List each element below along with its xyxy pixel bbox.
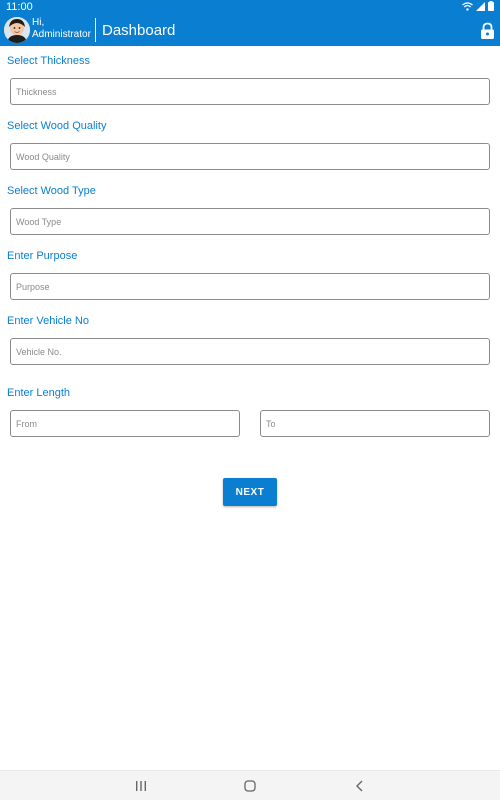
status-bar: 11:00 — [0, 0, 500, 14]
status-time: 11:00 — [6, 1, 33, 13]
wood-type-field[interactable] — [10, 208, 490, 235]
battery-icon — [488, 1, 494, 11]
system-nav-bar — [0, 770, 500, 800]
wood-quality-field[interactable] — [10, 143, 490, 170]
wifi-icon — [462, 1, 473, 11]
length-to-field[interactable] — [260, 410, 490, 437]
avatar[interactable] — [4, 17, 30, 43]
purpose-label: Enter Purpose — [7, 250, 78, 262]
purpose-field[interactable] — [10, 273, 490, 300]
page-title: Dashboard — [102, 22, 176, 39]
greeting-username: Administrator — [32, 29, 91, 40]
next-button[interactable]: NEXT — [223, 478, 277, 506]
wood-quality-label: Select Wood Quality — [7, 120, 107, 132]
home-icon[interactable] — [242, 779, 258, 793]
greeting-hi: Hi, — [32, 17, 45, 28]
wood-type-label: Select Wood Type — [7, 185, 96, 197]
back-icon[interactable] — [352, 779, 368, 793]
length-from-field[interactable] — [10, 410, 240, 437]
lock-icon[interactable] — [480, 22, 495, 39]
length-label: Enter Length — [7, 387, 70, 399]
app-bar: Hi, Administrator Dashboard — [0, 14, 500, 46]
thickness-label: Select Thickness — [7, 55, 90, 67]
vehicle-no-field[interactable] — [10, 338, 490, 365]
recent-apps-icon[interactable] — [133, 779, 149, 793]
app-bar-divider — [95, 18, 96, 42]
avatar-image — [4, 17, 30, 43]
status-icons — [462, 1, 494, 11]
thickness-field[interactable] — [10, 78, 490, 105]
greeting: Hi, Administrator — [32, 17, 91, 41]
signal-icon — [476, 1, 485, 11]
vehicle-no-label: Enter Vehicle No — [7, 315, 89, 327]
